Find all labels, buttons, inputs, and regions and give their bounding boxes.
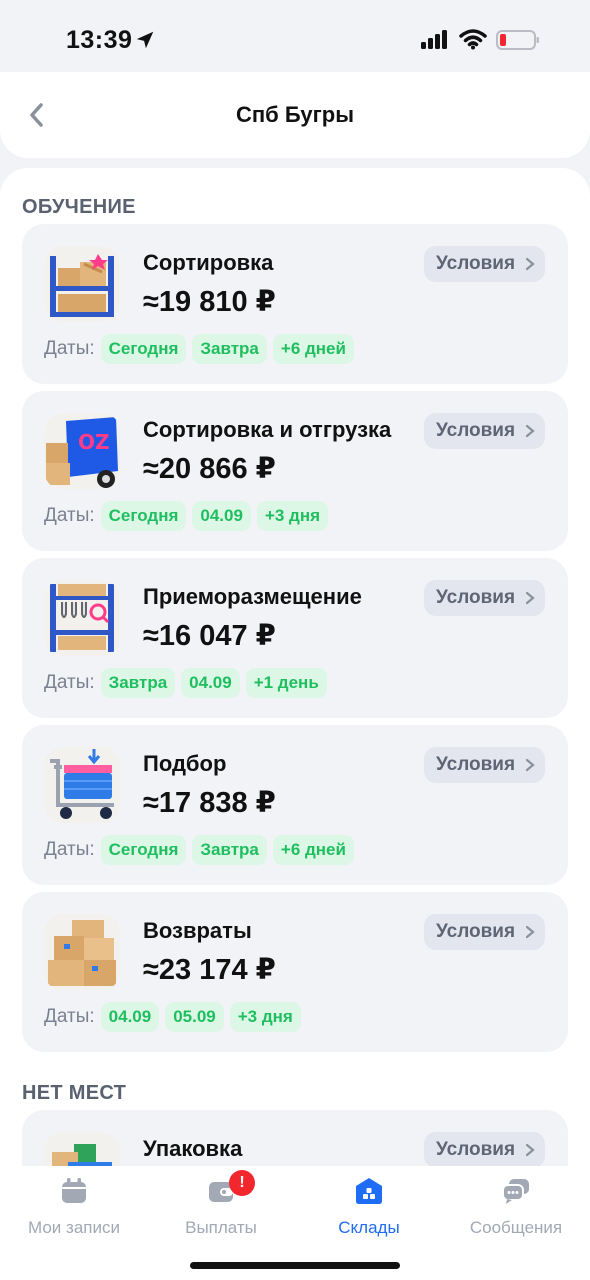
status-time: 13:39 (66, 26, 133, 54)
conditions-label: Условия (436, 587, 516, 608)
boxes-stack-icon (44, 914, 120, 990)
date-chip-more[interactable]: +6 дней (272, 334, 354, 364)
calendar-icon (62, 1178, 86, 1203)
shift-price: ≈17 838 ₽ (143, 787, 276, 819)
date-chip[interactable]: Завтра (100, 668, 176, 698)
tab-payouts[interactable]: ! Выплаты (147, 1170, 295, 1238)
shift-name: Сортировка (143, 250, 274, 275)
conditions-label: Условия (436, 754, 516, 775)
shift-card[interactable]: Подбор ≈17 838 ₽ Условия Даты: Сегодня З… (22, 725, 568, 885)
conditions-button[interactable]: Условия (424, 246, 546, 282)
date-chip[interactable]: Сегодня (100, 501, 187, 531)
shift-card[interactable]: OZ Сортировка и отгрузка ≈20 866 ₽ Услов… (22, 391, 568, 551)
status-bar: 13:39 (0, 0, 590, 80)
shift-name: Возвраты (143, 918, 252, 943)
shift-card[interactable]: Упаковка Условия (22, 1110, 568, 1168)
section-title-training: ОБУЧЕНИЕ (22, 196, 136, 218)
chevron-right-icon (525, 257, 535, 271)
date-chip-more[interactable]: +3 дня (256, 501, 329, 531)
tab-label: Выплаты (185, 1218, 257, 1237)
date-chip[interactable]: Завтра (192, 334, 267, 364)
date-chip-more[interactable]: +6 дней (272, 835, 354, 865)
nav-header: Спб Бугры (0, 72, 590, 158)
warehouse-content: ОБУЧЕНИЕ Сортировка ≈19 810 ₽ Условия Да… (0, 168, 590, 1168)
shift-name: Упаковка (143, 1136, 243, 1161)
page-title: Спб Бугры (235, 102, 355, 127)
conditions-button[interactable]: Условия (424, 413, 546, 449)
chevron-right-icon (525, 591, 535, 605)
conditions-label: Условия (436, 420, 516, 441)
cellular-signal-icon (421, 30, 447, 49)
packing-icon (44, 1132, 120, 1168)
chevron-right-icon (525, 424, 535, 438)
chevron-right-icon (525, 758, 535, 772)
conditions-label: Условия (436, 1139, 516, 1160)
ozon-truck-icon: OZ (44, 413, 120, 489)
dates-label: Даты: (44, 338, 95, 359)
shift-card[interactable]: Возвраты ≈23 174 ₽ Условия Даты: 04.09 0… (22, 892, 568, 1052)
tab-label: Мои записи (28, 1218, 120, 1237)
date-chip[interactable]: Сегодня (100, 835, 187, 865)
section-title-no-places: НЕТ МЕСТ (22, 1082, 127, 1104)
date-chip-more[interactable]: +1 день (245, 668, 327, 698)
location-arrow-icon (136, 31, 154, 49)
tab-label: Сообщения (469, 1218, 563, 1237)
wifi-icon (459, 29, 487, 50)
date-chip[interactable]: Сегодня (100, 334, 187, 364)
tab-messages[interactable]: Сообщения (442, 1176, 590, 1238)
date-chip[interactable]: Завтра (192, 835, 267, 865)
dates-label: Даты: (44, 1006, 95, 1027)
conditions-button[interactable]: Условия (424, 747, 546, 783)
date-chip[interactable]: 04.09 (100, 1002, 160, 1032)
home-indicator[interactable] (190, 1262, 400, 1269)
cart-icon (44, 747, 120, 823)
shift-name: Подбор (143, 751, 227, 776)
dates-label: Даты: (44, 505, 95, 526)
conditions-label: Условия (436, 253, 516, 274)
tab-label: Склады (338, 1218, 400, 1237)
conditions-button[interactable]: Условия (424, 1132, 546, 1168)
date-chip-more[interactable]: +3 дня (229, 1002, 301, 1032)
shift-price: ≈16 047 ₽ (143, 620, 276, 652)
dates-row: Даты: Завтра 04.09 +1 день (44, 668, 327, 698)
shift-price: ≈19 810 ₽ (143, 286, 276, 318)
date-chip[interactable]: 05.09 (165, 1002, 224, 1032)
dates-row: Даты: Сегодня Завтра +6 дней (44, 835, 354, 865)
tab-warehouses[interactable]: Склады (295, 1176, 443, 1238)
warehouse-icon (356, 1178, 382, 1204)
dates-row: Даты: Сегодня 04.09 +3 дня (44, 501, 329, 531)
chat-icon (502, 1179, 529, 1204)
chevron-right-icon (525, 1143, 535, 1157)
dates-row: Даты: 04.09 05.09 +3 дня (44, 1002, 301, 1032)
date-chip[interactable]: 04.09 (181, 668, 240, 698)
shift-card[interactable]: Приеморазмещение ≈16 047 ₽ Условия Даты:… (22, 558, 568, 718)
shift-price: ≈23 174 ₽ (143, 954, 276, 986)
conditions-button[interactable]: Условия (424, 914, 546, 950)
battery-low-icon (496, 30, 539, 50)
dates-label: Даты: (44, 672, 95, 693)
chevron-right-icon (525, 925, 535, 939)
shift-name: Сортировка и отгрузка (143, 417, 392, 442)
tab-my-records[interactable]: Мои записи (0, 1176, 148, 1238)
notification-badge: ! (229, 1170, 255, 1196)
date-chip[interactable]: 04.09 (192, 501, 251, 531)
shift-name: Приеморазмещение (143, 584, 362, 609)
conditions-button[interactable]: Условия (424, 580, 546, 616)
shelf-glasses-icon (44, 580, 120, 656)
shelf-boxes-icon (44, 246, 120, 322)
dates-row: Даты: Сегодня Завтра +6 дней (44, 334, 354, 364)
svg-text:OZ: OZ (78, 430, 110, 454)
shift-price: ≈20 866 ₽ (143, 453, 276, 485)
conditions-label: Условия (436, 921, 516, 942)
dates-label: Даты: (44, 839, 95, 860)
shift-card[interactable]: Сортировка ≈19 810 ₽ Условия Даты: Сегод… (22, 224, 568, 384)
